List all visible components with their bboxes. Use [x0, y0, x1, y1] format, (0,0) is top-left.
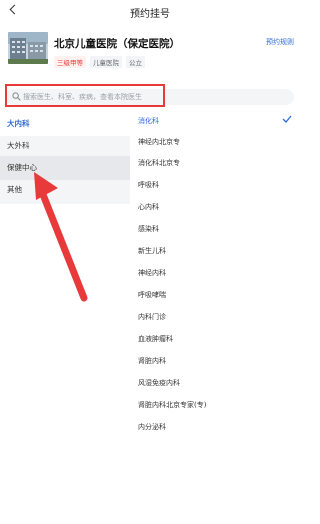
department-item[interactable]: 血液肿瘤科 — [130, 330, 300, 352]
department-item[interactable]: 感染科 — [130, 220, 300, 242]
hospital-tags: 三级甲等 儿童医院 公立 — [54, 56, 145, 68]
department-item[interactable]: 神经内科 — [130, 264, 300, 286]
tag-ownership: 公立 — [126, 56, 145, 68]
department-item[interactable]: 风湿免疫内科 — [130, 374, 300, 396]
booking-rules-link[interactable]: 预约规则 — [266, 37, 294, 47]
department-item[interactable]: 消化科 — [130, 112, 300, 134]
annotation-arrow-icon — [34, 172, 88, 302]
tag-level: 三级甲等 — [54, 56, 86, 68]
department-item[interactable]: 内分泌科 — [130, 418, 300, 440]
department-item[interactable]: 肾脏内科 — [130, 352, 300, 374]
department-item[interactable]: 心内科 — [130, 198, 300, 220]
department-item[interactable]: 内科门诊 — [130, 308, 300, 330]
hospital-name: 北京儿童医院（保定医院） — [54, 38, 180, 50]
department-item[interactable]: 消化科北京专 — [130, 154, 300, 176]
page-title: 预约挂号 — [130, 9, 170, 20]
check-icon — [282, 115, 292, 123]
hospital-photo — [8, 32, 48, 64]
hospital-card: 北京儿童医院（保定医院） 三级甲等 儿童医院 公立 预约规则 — [0, 28, 300, 76]
search-area: 搜索医生、科室、疾病，查看本院医生 — [0, 80, 300, 110]
department-item[interactable]: 呼吸哮喘 — [130, 286, 300, 308]
category-item[interactable]: 大内科 — [0, 112, 130, 136]
top-bar: 预约挂号 — [0, 0, 300, 26]
department-item[interactable]: 呼吸科 — [130, 176, 300, 198]
department-item[interactable]: 新生儿科 — [130, 242, 300, 264]
tag-type: 儿童医院 — [90, 56, 122, 68]
category-item[interactable]: 大外科 — [0, 134, 130, 158]
annotation-highlight-box — [5, 84, 165, 107]
department-item[interactable]: 神经内北京专 — [130, 133, 300, 155]
department-item[interactable]: 肾脏内科北京专家(专) — [130, 396, 300, 418]
department-list: 消化科 神经内北京专 消化科北京专 呼吸科 心内科 感染科 新生儿科 神经内科 … — [130, 112, 300, 442]
